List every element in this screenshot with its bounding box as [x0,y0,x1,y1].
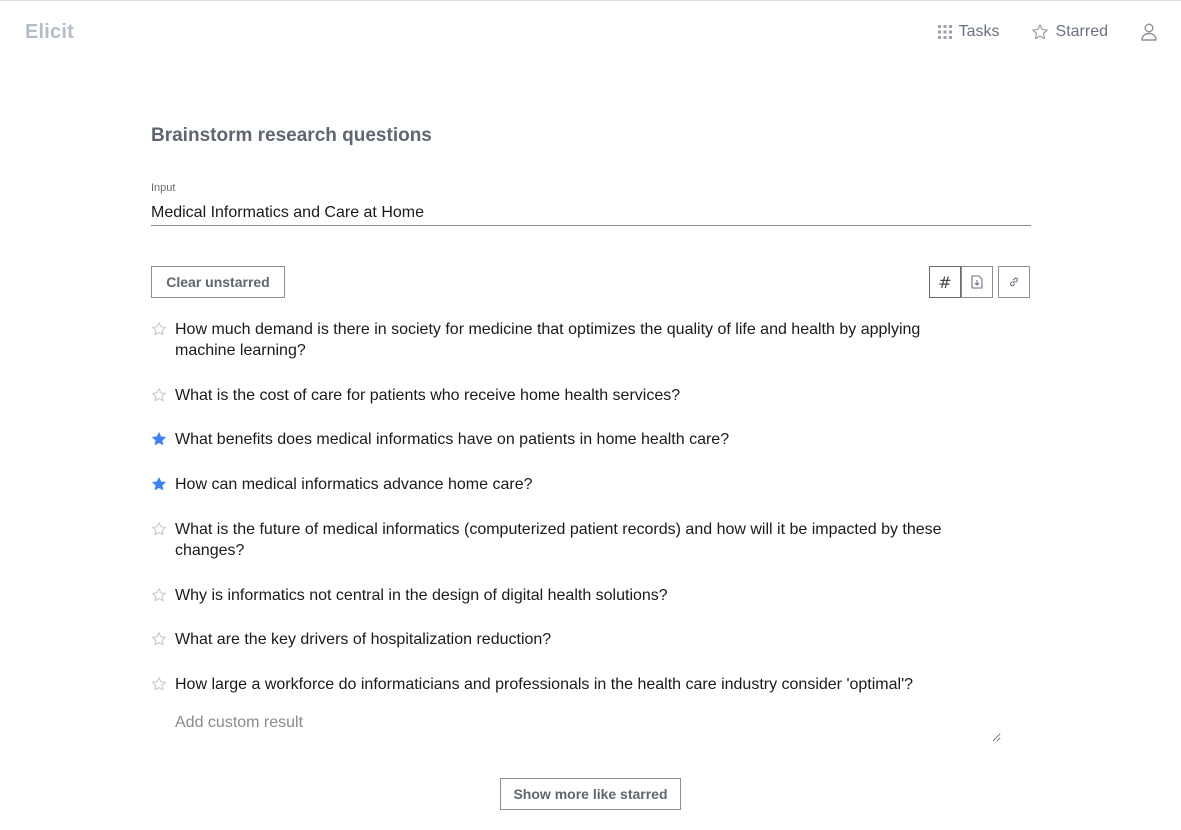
result-text: What benefits does medical informatics h… [175,431,730,448]
result-item: How much demand is there in society for … [151,319,981,361]
result-item: What are the key drivers of hospitalizat… [151,629,981,650]
result-item: What benefits does medical informatics h… [151,429,981,450]
nav-tasks[interactable]: Tasks [937,23,1000,41]
star-outline-icon[interactable] [151,631,167,647]
result-text: How can medical informatics advance home… [175,476,533,493]
copy-link-button[interactable] [998,266,1030,298]
top-nav: Tasks Starred [907,23,1157,41]
input-label: Input [151,182,176,194]
star-outline-icon[interactable] [151,321,167,337]
star-outline-icon[interactable] [151,676,167,692]
app-logo[interactable]: Elicit [25,21,74,44]
star-outline-icon [1031,24,1048,40]
file-download-icon [971,275,983,289]
custom-result-input[interactable] [175,714,1001,742]
grid-icon [937,25,952,39]
result-text: Why is informatics not central in the de… [175,587,668,604]
star-outline-icon[interactable] [151,587,167,603]
result-item: How can medical informatics advance home… [151,474,981,495]
star-filled-icon[interactable] [151,476,167,492]
page-title: Brainstorm research questions [151,125,432,146]
result-item: What is the future of medical informatic… [151,519,981,561]
result-item: What is the cost of care for patients wh… [151,385,981,406]
hash-button[interactable]: # [929,266,961,298]
result-item: How large a workforce do informaticians … [151,674,981,695]
result-item: Why is informatics not central in the de… [151,585,981,606]
link-icon [1010,277,1018,287]
result-text: What is the future of medical informatic… [175,521,942,559]
result-text: How large a workforce do informaticians … [175,676,914,693]
download-button[interactable] [961,266,993,298]
star-filled-icon[interactable] [151,431,167,447]
clear-unstarred-button[interactable]: Clear unstarred [151,266,285,298]
nav-tasks-label: Tasks [958,23,1000,40]
nav-account[interactable] [1141,23,1157,41]
app-page: Elicit Tasks Starred Brainstorm research… [0,0,1181,830]
nav-starred[interactable]: Starred [1031,23,1108,41]
show-more-button[interactable]: Show more like starred [500,778,681,810]
nav-starred-label: Starred [1055,23,1108,40]
result-text: How much demand is there in society for … [175,321,921,359]
topic-input[interactable] [151,200,1031,226]
result-text: What are the key drivers of hospitalizat… [175,631,552,648]
result-text: What is the cost of care for patients wh… [175,387,681,404]
star-outline-icon[interactable] [151,521,167,537]
user-icon [1141,23,1157,41]
star-outline-icon[interactable] [151,387,167,403]
